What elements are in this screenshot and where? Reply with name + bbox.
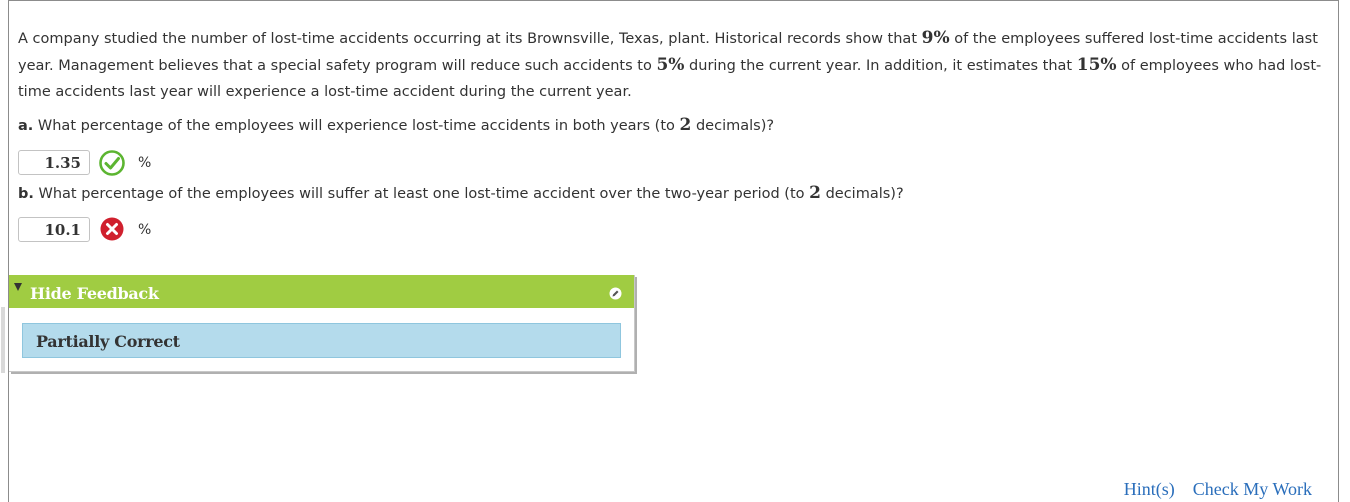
collapse-triangle-icon[interactable] [14,283,22,291]
hints-link[interactable]: Hint(s) [1124,479,1175,499]
question-b-letter: b. [18,186,34,202]
answer-a-input[interactable]: 1.35 [18,150,90,175]
x-circle-icon [100,217,124,241]
feedback-status-text: Partially Correct [36,332,180,351]
answer-b-input[interactable]: 10.1 [18,217,90,242]
question-a: a. What percentage of the employees will… [18,115,774,136]
answer-a-unit: % [138,155,152,171]
question-b: b. What percentage of the employees will… [18,183,904,204]
problem-value-15pct: 15% [1076,55,1117,75]
question-b-decimals: 2 [809,183,821,203]
problem-value-9pct: 9% [921,28,950,48]
feedback-header[interactable]: Hide Feedback [9,275,634,308]
question-a-text: What percentage of the employees will ex… [33,118,680,134]
action-links: Hint(s) Check My Work [1106,479,1312,500]
feedback-panel: Hide Feedback Partially Correct [9,275,635,372]
question-b-text: What percentage of the employees will su… [33,186,810,202]
question-a-end: decimals)? [691,118,775,134]
hide-feedback-toggle[interactable]: Hide Feedback [30,284,159,303]
check-my-work-link[interactable]: Check My Work [1193,479,1312,499]
question-a-decimals: 2 [679,115,692,135]
problem-text-1: A company studied the number of lost-tim… [18,31,922,47]
question-a-letter: a. [18,118,34,134]
scroll-indicator [1,307,5,373]
check-circle-icon [99,150,125,176]
edit-icon[interactable] [609,287,622,300]
question-panel: A company studied the number of lost-tim… [1,0,1339,502]
problem-value-5pct: 5% [656,55,685,75]
answer-b-unit: % [138,222,152,238]
problem-text-3: during the current year. In addition, it… [684,58,1077,74]
problem-statement: A company studied the number of lost-tim… [18,25,1336,105]
feedback-result-box: Partially Correct [22,323,621,358]
question-b-end: decimals)? [820,186,904,202]
